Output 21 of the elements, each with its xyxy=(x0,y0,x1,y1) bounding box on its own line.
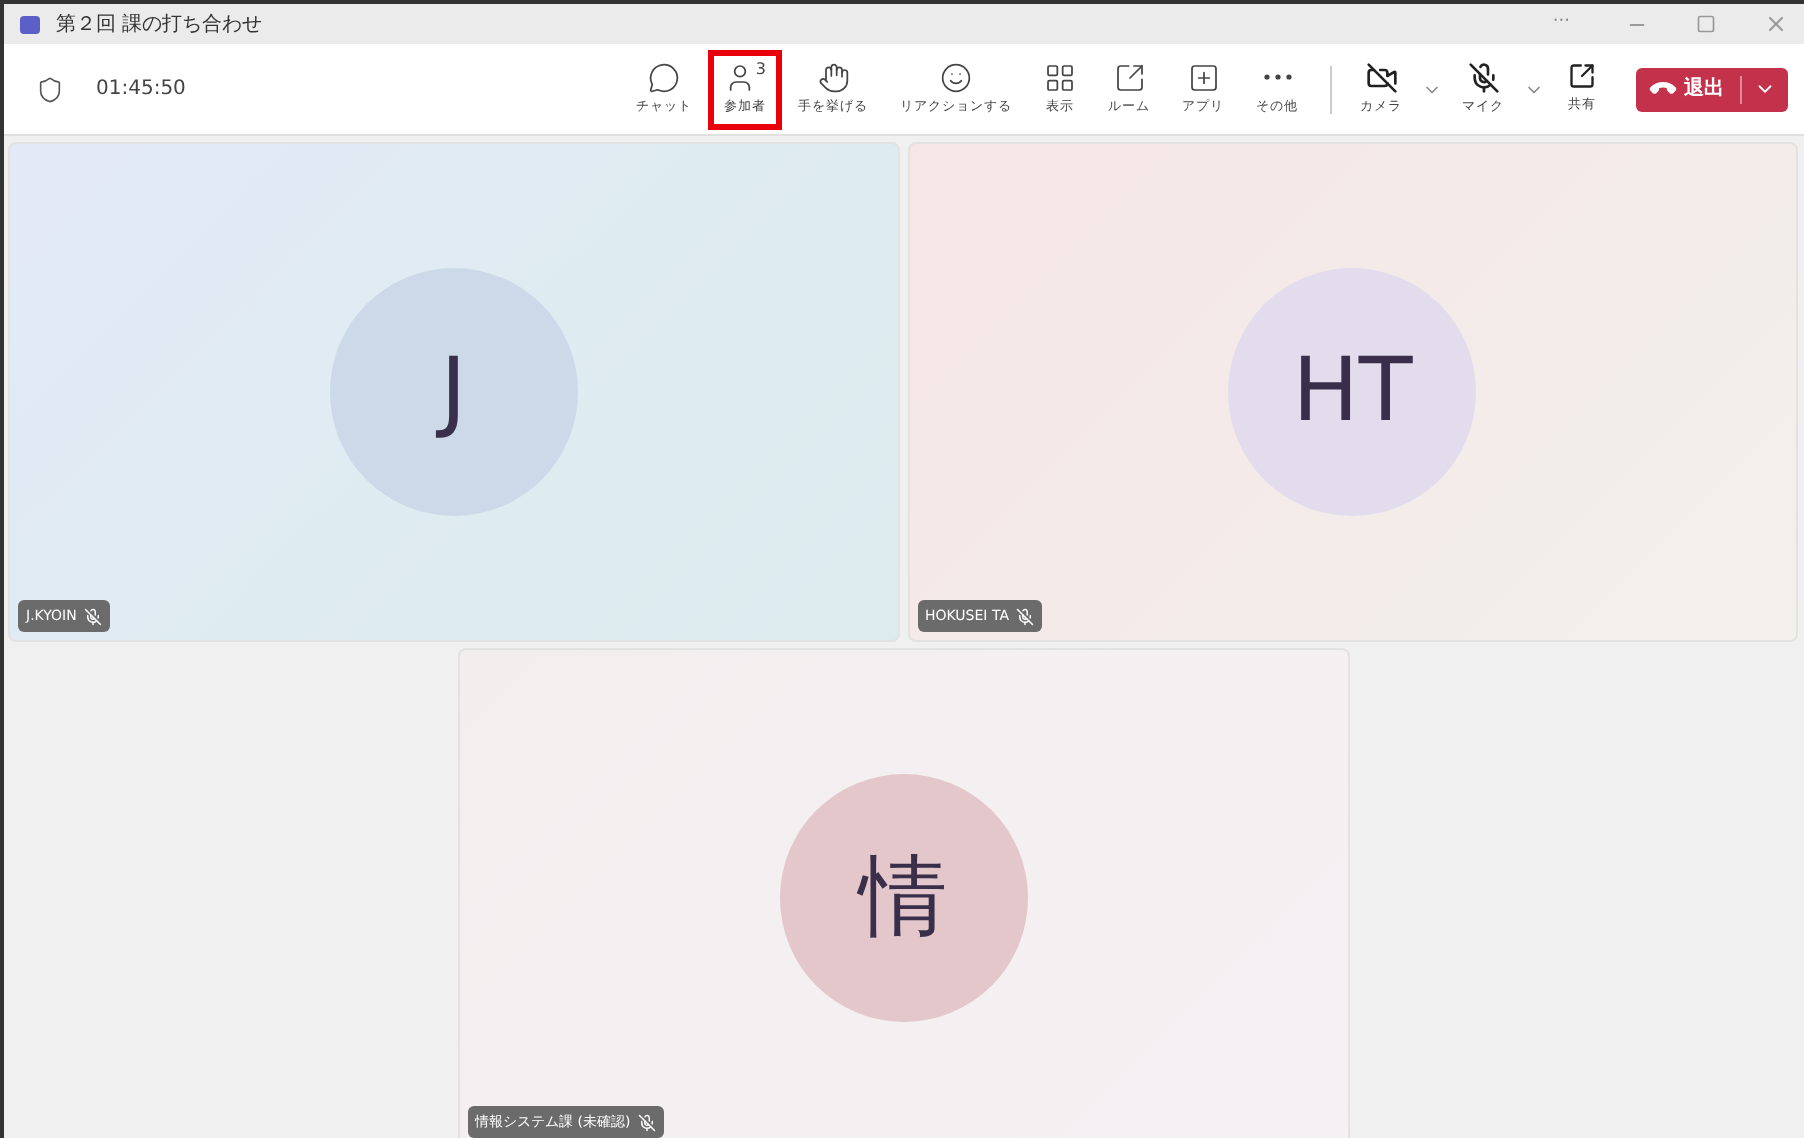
meeting-timer: 01:45:50 xyxy=(96,76,186,104)
mic-off-icon xyxy=(1467,61,1499,94)
window-title: 第２回 課の打ち合わせ xyxy=(56,11,263,39)
shield-icon xyxy=(36,75,64,103)
avatar: HT xyxy=(1228,268,1477,516)
hand-icon xyxy=(817,61,849,94)
smiley-icon xyxy=(940,61,972,94)
share-icon xyxy=(1568,62,1596,91)
room-icon xyxy=(1113,61,1145,94)
app-icon xyxy=(20,15,40,33)
more-icon xyxy=(1263,74,1291,81)
maximize-icon[interactable] xyxy=(1696,14,1716,34)
avatar: J xyxy=(329,268,578,516)
avatar: 情 xyxy=(779,774,1027,1022)
plus-icon xyxy=(1187,61,1219,94)
participant-count: 3 xyxy=(755,61,766,78)
grid-icon xyxy=(1044,61,1076,94)
camera-off-icon xyxy=(1365,61,1397,94)
chat-icon xyxy=(647,61,680,94)
close-icon[interactable] xyxy=(1764,12,1788,36)
leave-button[interactable]: 退出 xyxy=(1636,74,1740,104)
